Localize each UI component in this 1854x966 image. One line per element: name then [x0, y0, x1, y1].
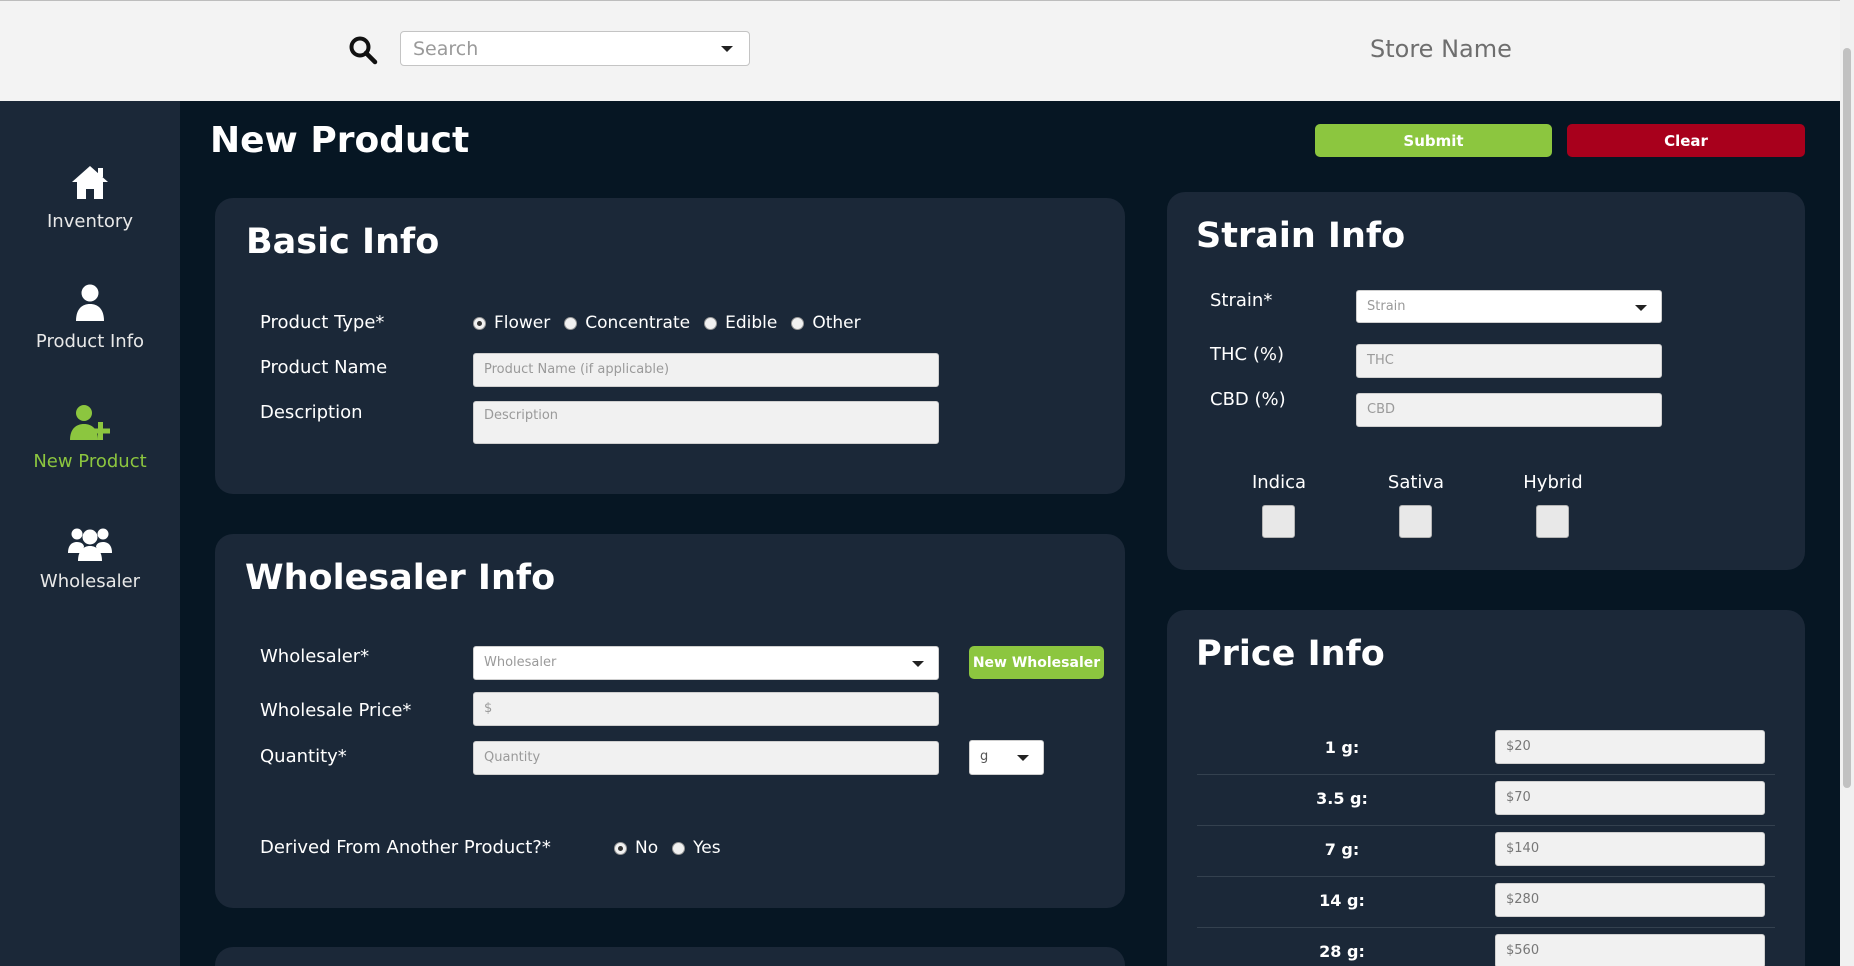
price-input[interactable]: $560: [1495, 934, 1765, 966]
hybrid-label: Hybrid: [1523, 472, 1583, 493]
home-icon: [72, 166, 108, 199]
price-row: 28 g: $560: [1197, 928, 1775, 966]
sidebar-item-label: Product Info: [35, 331, 145, 352]
price-row-label: 3.5 g:: [1316, 789, 1368, 808]
product-type-radio-group: Flower Concentrate Edible Other: [473, 313, 875, 333]
wholesaler-label: Wholesaler*: [260, 646, 370, 667]
radio-button[interactable]: [473, 316, 486, 330]
radio-no[interactable]: No: [614, 838, 658, 858]
chevron-down-icon[interactable]: [1017, 755, 1029, 761]
price-row-label: 14 g:: [1319, 891, 1365, 910]
sidebar-item-new-product[interactable]: New Product: [0, 403, 180, 503]
quantity-input[interactable]: Quantity: [473, 741, 939, 775]
wholesaler-info-title: Wholesaler Info: [245, 558, 556, 598]
new-wholesaler-button[interactable]: New Wholesaler: [969, 646, 1104, 679]
cbd-label: CBD (%): [1210, 389, 1286, 410]
radio-button[interactable]: [564, 316, 578, 330]
radio-button[interactable]: [614, 841, 627, 855]
sidebar-item-wholesaler[interactable]: Wholesaler: [0, 523, 180, 623]
store-name: Store Name: [1370, 35, 1512, 63]
description-input[interactable]: Description: [473, 401, 939, 444]
quantity-label: Quantity*: [260, 746, 347, 767]
search-input[interactable]: [401, 32, 701, 65]
radio-yes[interactable]: Yes: [672, 838, 721, 858]
strain-info-card: Strain Info Strain* Strain THC (%) THC C…: [1167, 192, 1805, 570]
price-row-label: 7 g:: [1324, 840, 1360, 859]
radio-button[interactable]: [791, 316, 805, 330]
strain-select[interactable]: Strain: [1356, 290, 1662, 323]
price-info-title: Price Info: [1196, 634, 1385, 674]
sidebar: Inventory Product Info New Product Whole…: [0, 101, 180, 966]
basic-info-card: Basic Info Product Type* Flower Concentr…: [215, 198, 1125, 494]
sidebar-item-label: New Product: [33, 451, 147, 472]
submit-button[interactable]: Submit: [1315, 124, 1552, 157]
strain-info-title: Strain Info: [1196, 216, 1406, 256]
wholesale-price-input[interactable]: $: [473, 692, 939, 726]
product-name-input[interactable]: Product Name (if applicable): [473, 353, 939, 387]
chevron-down-icon[interactable]: [1635, 305, 1647, 311]
thc-input[interactable]: THC: [1356, 344, 1662, 378]
description-label: Description: [260, 402, 363, 423]
scrollbar-thumb[interactable]: [1843, 48, 1851, 788]
next-card: [215, 947, 1125, 966]
indica-label: Indica: [1251, 472, 1307, 493]
radio-other[interactable]: Other: [791, 313, 861, 333]
radio-button[interactable]: [704, 316, 718, 330]
radio-concentrate[interactable]: Concentrate: [564, 313, 690, 333]
price-row: 1 g: $20: [1197, 724, 1775, 775]
sidebar-item-product-info[interactable]: Product Info: [0, 283, 180, 383]
user-plus-icon: [70, 405, 110, 440]
unit-select[interactable]: g: [969, 740, 1044, 775]
top-bar: Store Name: [0, 0, 1840, 101]
price-row: 7 g: $140: [1197, 826, 1775, 877]
sativa-label: Sativa: [1387, 472, 1445, 493]
radio-button[interactable]: [672, 841, 686, 855]
chevron-down-icon[interactable]: [912, 661, 924, 667]
radio-flower[interactable]: Flower: [473, 313, 550, 333]
thc-label: THC (%): [1210, 344, 1284, 365]
search-dropdown[interactable]: [400, 31, 750, 66]
price-input[interactable]: $70: [1495, 781, 1765, 815]
cbd-input[interactable]: CBD: [1356, 393, 1662, 427]
user-icon: [76, 284, 104, 321]
users-icon: [68, 528, 112, 561]
product-name-label: Product Name: [260, 357, 388, 378]
wholesaler-info-card: Wholesaler Info Wholesaler* Wholesaler N…: [215, 534, 1125, 908]
sativa-checkbox[interactable]: [1399, 505, 1432, 538]
price-input[interactable]: $280: [1495, 883, 1765, 917]
price-row: 14 g: $280: [1197, 877, 1775, 928]
product-type-label: Product Type*: [260, 312, 385, 333]
basic-info-title: Basic Info: [246, 222, 440, 262]
chevron-down-icon[interactable]: [721, 46, 733, 52]
strain-label: Strain*: [1210, 290, 1273, 311]
wholesaler-select[interactable]: Wholesaler: [473, 646, 939, 680]
wholesale-price-label: Wholesale Price*: [260, 700, 412, 721]
search-icon[interactable]: [348, 35, 378, 65]
price-input[interactable]: $140: [1495, 832, 1765, 866]
sidebar-item-label: Wholesaler: [39, 571, 141, 592]
sidebar-item-label: Inventory: [47, 211, 133, 232]
sidebar-item-inventory[interactable]: Inventory: [0, 163, 180, 263]
derived-radio-group: No Yes: [614, 838, 735, 858]
indica-checkbox[interactable]: [1262, 505, 1295, 538]
price-row: 3.5 g: $70: [1197, 775, 1775, 826]
radio-edible[interactable]: Edible: [704, 313, 777, 333]
scrollbar[interactable]: [1840, 0, 1854, 966]
price-input[interactable]: $20: [1495, 730, 1765, 764]
hybrid-checkbox[interactable]: [1536, 505, 1569, 538]
price-row-label: 28 g:: [1319, 942, 1365, 961]
derived-label: Derived From Another Product?*: [260, 837, 551, 858]
clear-button[interactable]: Clear: [1567, 124, 1805, 157]
price-row-label: 1 g:: [1324, 738, 1360, 757]
page-title: New Product: [210, 120, 470, 161]
